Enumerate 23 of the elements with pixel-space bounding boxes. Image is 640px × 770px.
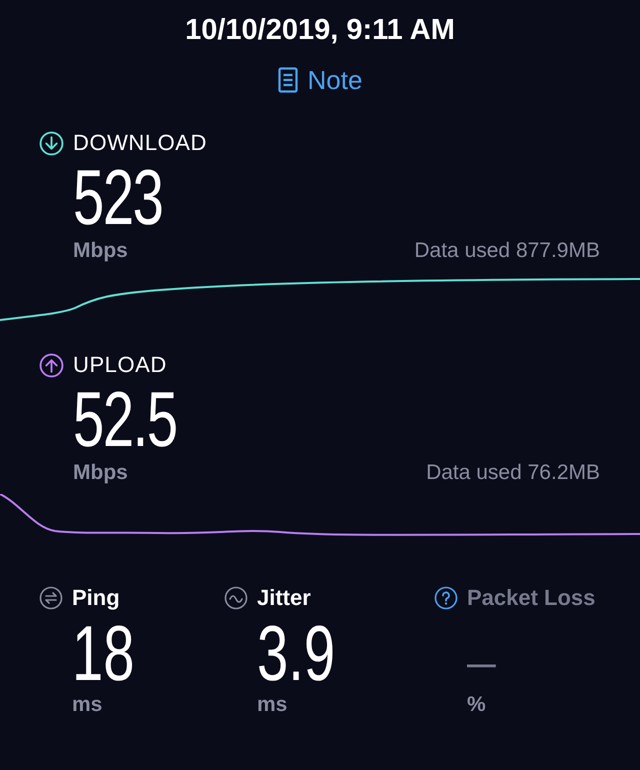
metric-value: 18 (72, 618, 134, 688)
unit-label: ms (256, 692, 288, 718)
metric-label: Ping (72, 584, 120, 612)
swap-arrows-icon (39, 586, 63, 610)
metric-value: — (467, 640, 496, 687)
result-date: 10/10/2019, 9:11 AM (185, 13, 455, 48)
note-icon (278, 67, 298, 93)
unit-label: % (466, 692, 487, 718)
wave-icon (224, 586, 248, 610)
unit-label: Mbps (73, 238, 128, 264)
speed-value: 523 (73, 162, 162, 232)
metric-value: 3.9 (257, 618, 336, 688)
unit-label: Mbps (73, 460, 128, 486)
note-link[interactable]: Note (278, 64, 362, 96)
section-label: UPLOAD (73, 352, 167, 378)
help-icon (434, 586, 458, 610)
metric-label: Packet Loss (467, 584, 596, 612)
data-used-label: Data used 877.9MB (414, 238, 600, 264)
speed-value: 52.5 (73, 384, 177, 454)
section-label: DOWNLOAD (73, 130, 207, 156)
metric-label: Jitter (257, 584, 311, 612)
data-used-label: Data used 76.2MB (426, 460, 600, 486)
unit-label: ms (71, 692, 104, 718)
